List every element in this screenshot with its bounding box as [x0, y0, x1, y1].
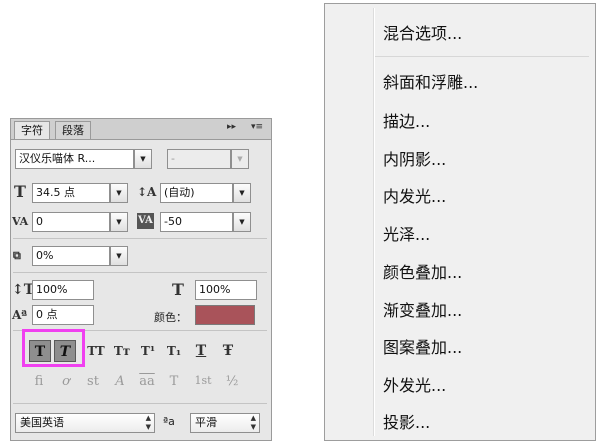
tracking-field[interactable]: -50 — [160, 212, 233, 232]
font-size-field[interactable]: 34.5 点 — [32, 183, 110, 203]
all-caps-button[interactable]: TT — [85, 340, 107, 362]
select-arrows-icon: ▲ ▼ — [145, 414, 151, 431]
menu-item-color-overlay[interactable]: 颜色叠加... — [383, 259, 462, 283]
tsume-field[interactable]: 0% — [32, 246, 110, 266]
menu-item-satin[interactable]: 光泽... — [383, 221, 430, 245]
divider — [13, 403, 267, 404]
menu-item-inner-shadow[interactable]: 内阴影... — [383, 146, 446, 170]
font-style-field[interactable]: - — [167, 149, 231, 169]
superscript-button[interactable]: T¹ — [137, 340, 159, 362]
horizontal-scale-field[interactable]: 100% — [195, 280, 257, 300]
menu-item-blending-options[interactable]: 混合选项... — [383, 20, 462, 44]
tracking-icon: VA — [137, 213, 154, 229]
collapse-icon[interactable]: ▸▸ — [227, 122, 236, 132]
layer-style-menu: 混合选项... 斜面和浮雕... 描边... 内阴影... 内发光... 光泽.… — [324, 3, 596, 441]
divider — [13, 272, 267, 273]
tab-character[interactable]: 字符 — [14, 121, 50, 139]
tab-paragraph[interactable]: 段落 — [55, 121, 91, 139]
menu-item-gradient-overlay[interactable]: 渐变叠加... — [383, 297, 462, 321]
faux-italic-button[interactable]: T — [54, 340, 76, 362]
menu-item-drop-shadow[interactable]: 投影... — [383, 409, 430, 433]
tracking-dropdown[interactable]: ▼ — [233, 212, 251, 232]
panel-tab-bar: 字符 段落 ▸▸ ▾≡ — [11, 119, 271, 140]
font-style-dropdown[interactable]: ▼ — [231, 149, 249, 169]
color-swatch[interactable] — [195, 305, 255, 325]
kerning-dropdown[interactable]: ▼ — [110, 212, 128, 232]
titling-alternates-button[interactable]: T — [164, 374, 184, 389]
subscript-button[interactable]: T₁ — [163, 340, 185, 362]
menu-item-outer-glow[interactable]: 外发光... — [383, 372, 446, 396]
tsume-dropdown[interactable]: ▼ — [110, 246, 128, 266]
horizontal-scale-icon: T — [172, 280, 184, 299]
menu-separator — [375, 56, 589, 57]
language-value: 美国英语 — [20, 416, 64, 429]
font-family-dropdown[interactable]: ▼ — [134, 149, 152, 169]
small-caps-button[interactable]: Tт — [111, 340, 133, 362]
leading-dropdown[interactable]: ▼ — [233, 183, 251, 203]
menu-item-pattern-overlay[interactable]: 图案叠加... — [383, 334, 462, 358]
faux-bold-button[interactable]: T — [29, 340, 51, 362]
select-arrows-icon: ▲ ▼ — [250, 414, 256, 431]
baseline-shift-icon: Aª — [12, 308, 28, 322]
font-size-icon: T — [14, 182, 26, 201]
menu-item-bevel-emboss[interactable]: 斜面和浮雕... — [383, 69, 478, 93]
language-select[interactable]: 美国英语 ▲ ▼ — [15, 413, 155, 433]
stylistic-alternates-button[interactable]: aa — [137, 374, 157, 389]
discretionary-ligature-button[interactable]: st — [83, 374, 103, 389]
ligature-button[interactable]: fi — [29, 374, 49, 389]
underline-button[interactable]: T — [190, 340, 212, 362]
menu-gutter-highlight — [374, 8, 375, 436]
vertical-scale-icon: ↕T — [12, 282, 35, 298]
menu-item-inner-glow[interactable]: 内发光... — [383, 183, 446, 207]
vertical-scale-field[interactable]: 100% — [32, 280, 94, 300]
swash-button[interactable]: A — [110, 374, 130, 389]
tsume-icon: ⧉ — [13, 249, 21, 262]
panel-menu-icon[interactable]: ▾≡ — [251, 122, 263, 132]
baseline-shift-field[interactable]: 0 点 — [32, 305, 94, 325]
leading-field[interactable]: (自动) — [160, 183, 233, 203]
color-label: 颜色： — [154, 311, 187, 324]
kerning-icon: VA — [12, 215, 29, 228]
leading-icon: ↕A — [137, 185, 157, 199]
strikethrough-button[interactable]: Ŧ — [217, 340, 239, 362]
font-family-field[interactable]: 汉仪乐喵体 R... — [15, 149, 134, 169]
font-size-dropdown[interactable]: ▼ — [110, 183, 128, 203]
ordinals-button[interactable]: 1st — [191, 374, 215, 387]
antialias-value: 平滑 — [195, 416, 217, 429]
antialias-icon: ªa — [163, 415, 175, 428]
kerning-field[interactable]: 0 — [32, 212, 110, 232]
divider — [13, 238, 267, 239]
antialias-select[interactable]: 平滑 ▲ ▼ — [190, 413, 260, 433]
contextual-alternates-button[interactable]: ơ — [56, 374, 76, 389]
fractions-button[interactable]: ½ — [222, 374, 242, 389]
menu-item-stroke[interactable]: 描边... — [383, 108, 430, 132]
